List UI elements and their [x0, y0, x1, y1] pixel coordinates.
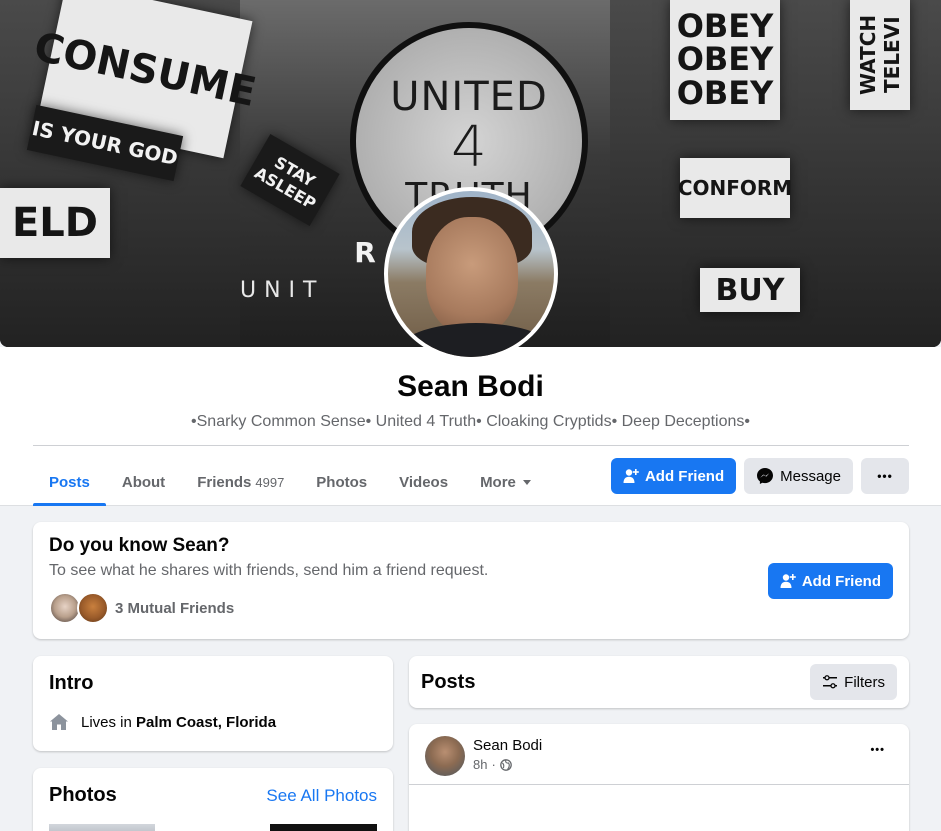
posts-header-card: Posts Filters [409, 656, 909, 708]
globe-icon [499, 758, 512, 771]
cover-logo-line2: 4 [451, 115, 487, 180]
add-friend-icon [623, 469, 639, 483]
do-you-know-title: Do you know Sean? [49, 535, 230, 556]
avatar-face [426, 217, 518, 335]
photo-thumbnail[interactable] [49, 824, 155, 831]
header-divider [33, 445, 909, 446]
profile-tabs: Posts About Friends 4997 Photos Videos Mo… [33, 458, 547, 506]
add-friend-card-button[interactable]: Add Friend [767, 563, 893, 599]
do-you-know-subtitle: To see what he shares with friends, send… [49, 562, 489, 579]
profile-bio: •Snarky Common Sense• United 4 Truth• Cl… [191, 413, 750, 430]
post-card: Sean Bodi 8h · ••• [409, 724, 909, 831]
post-divider [409, 784, 909, 785]
mutual-friends-label: 3 Mutual Friends [115, 599, 235, 617]
more-options-button[interactable]: ••• [861, 458, 909, 494]
photo-thumbnail[interactable] [270, 824, 377, 831]
posts-title: Posts [421, 671, 476, 693]
post-more-button[interactable]: ••• [870, 744, 885, 756]
lives-in-prefix: Lives in [81, 713, 132, 731]
post-author-avatar[interactable] [425, 736, 465, 776]
intro-lives-in: Lives in Palm Coast, Florida [49, 712, 276, 732]
profile-avatar[interactable] [384, 187, 558, 361]
intro-title: Intro [49, 672, 94, 694]
photos-card: Photos See All Photos [33, 768, 393, 831]
tab-posts[interactable]: Posts [33, 458, 106, 506]
post-meta: 8h · [473, 757, 512, 772]
cover-logo-line1: UNITED [390, 74, 548, 120]
cover-sign-r: R [354, 235, 376, 269]
tab-videos[interactable]: Videos [383, 458, 464, 506]
mutual-friend-avatar [77, 592, 109, 624]
profile-actions: Add Friend Message ••• [610, 458, 909, 494]
filters-button[interactable]: Filters [810, 664, 897, 700]
photos-title: Photos [49, 784, 117, 806]
cover-sign-conform: CONFORM [678, 158, 792, 218]
tab-about[interactable]: About [106, 458, 181, 506]
post-author-name[interactable]: Sean Bodi [473, 737, 542, 754]
avatar-shirt [396, 323, 554, 357]
cover-sign-asleep: STAY ASLEEP [240, 134, 340, 226]
do-you-know-card: Do you know Sean? To see what he shares … [33, 522, 909, 639]
intro-card: Intro Lives in Palm Coast, Florida [33, 656, 393, 751]
lives-in-place[interactable]: Palm Coast, Florida [136, 714, 276, 731]
see-all-photos-link[interactable]: See All Photos [266, 786, 377, 806]
profile-name: Sean Bodi [397, 370, 544, 403]
home-icon [50, 714, 68, 730]
add-friend-button[interactable]: Add Friend [610, 458, 737, 494]
friends-count: 4997 [255, 474, 285, 490]
chevron-down-icon [522, 479, 531, 485]
cover-sign-watch: WATCH TELEVI [850, 0, 910, 110]
filters-icon [823, 675, 838, 689]
messenger-icon [757, 468, 774, 484]
tab-friends[interactable]: Friends 4997 [181, 458, 300, 506]
tab-photos[interactable]: Photos [300, 458, 383, 506]
cover-sign-eld: ELD [0, 188, 110, 258]
mutual-friends[interactable]: 3 Mutual Friends [49, 592, 234, 624]
add-friend-icon [780, 574, 796, 588]
tab-more[interactable]: More [464, 458, 547, 506]
message-button[interactable]: Message [744, 458, 853, 494]
cover-sign-obey: OBEY OBEY OBEY [670, 0, 780, 120]
cover-sign-buy: BUY [700, 268, 800, 312]
post-time[interactable]: 8h [473, 757, 487, 772]
